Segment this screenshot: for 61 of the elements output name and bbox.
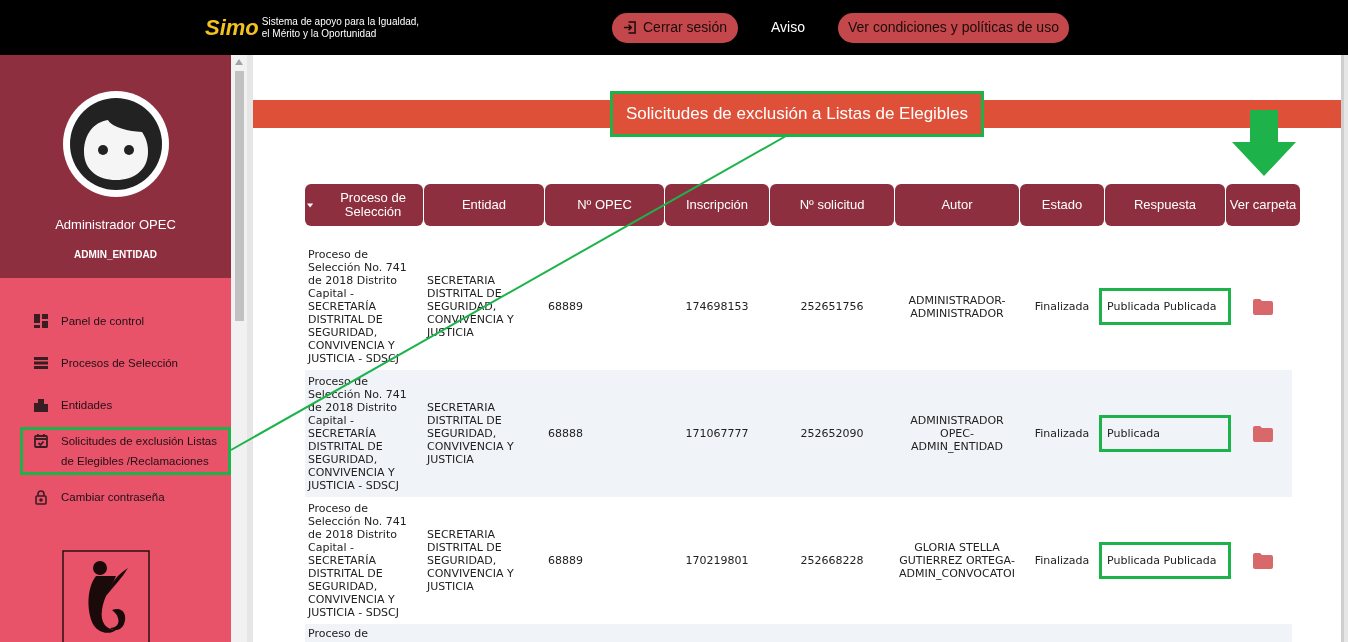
table-cell: Finalizada — [1034, 427, 1090, 440]
response-text: Publicada Publicada — [1099, 542, 1231, 579]
user-name: Administrador OPEC — [55, 216, 176, 234]
scrollbar-thumb[interactable] — [234, 71, 244, 321]
down-arrow-icon — [1232, 110, 1296, 176]
table-cell-text: GLORIA STELLA GUTIERREZ ORTEGA-ADMIN_CONVOCATOI — [898, 541, 1016, 580]
sidebar-item[interactable]: Procesos de Selección — [20, 352, 231, 374]
table-cell-text: SECRETARIA DISTRITAL DE SEGURIDAD, CONVIVENCIA Y JUSTICIA — [427, 528, 515, 593]
scroll-up-icon[interactable] — [235, 59, 243, 65]
terms-button[interactable]: Ver condiciones y políticas de uso — [838, 12, 1069, 43]
tagline-text: el Mérito y la Oportunidad — [261, 27, 378, 40]
folder-icon[interactable] — [1253, 298, 1273, 315]
table-cell: 68889 — [548, 300, 583, 313]
table-cell: 171067777 — [685, 427, 749, 440]
sort-caret-icon[interactable] — [307, 202, 314, 208]
table-cell-text: ADMINISTRADOR-ADMINISTRADOR — [907, 293, 1007, 320]
table-cell: 252651756 — [800, 300, 864, 313]
notice-link[interactable]: Aviso — [771, 17, 805, 38]
table-cell-text: Proceso de Selección No. 741 de 2018 Distrito Capital - SECRETARÍA DISTRITAL DE SEGURIDAD, CONVIVENCIA Y JUSTICIA - SDSCJ — [308, 502, 408, 619]
column-header[interactable]: Respuesta — [1105, 184, 1225, 226]
folder-icon[interactable] — [1253, 425, 1273, 442]
table-cell: 252668228 — [800, 554, 864, 567]
table-cell: 68888 — [548, 427, 583, 440]
table-cell: 170219801 — [685, 554, 749, 567]
folder-icon[interactable] — [1253, 552, 1273, 569]
sidebar-item[interactable]: Panel de control — [20, 310, 231, 332]
calendar-check-icon — [33, 433, 49, 449]
sidebar-item[interactable]: Cambiar contraseña — [20, 486, 231, 508]
column-header[interactable]: Estado — [1020, 184, 1104, 226]
table-cell: Finalizada — [1034, 300, 1090, 313]
response-text: Publicada Publicada — [1099, 288, 1231, 325]
column-header[interactable]: Entidad — [424, 184, 544, 226]
building-icon — [33, 397, 49, 413]
lock-icon — [33, 489, 49, 505]
table-cell: 174698153 — [685, 300, 749, 313]
table-cell-text: ADMINISTRADOR OPEC-ADMIN_ENTIDAD — [909, 414, 1005, 453]
table-cell: Finalizada — [1034, 554, 1090, 567]
column-header[interactable]: Autor — [895, 184, 1019, 226]
column-header[interactable]: Proceso de Selección — [305, 184, 423, 226]
page-title: Solicitudes de exclusión a Listas de Elegibles — [609, 91, 985, 137]
table-cell-text: SECRETARIA DISTRITAL DE SEGURIDAD, CONVIVENCIA Y JUSTICIA — [427, 401, 515, 466]
table-cell: Proceso de — [308, 627, 368, 640]
response-text: Publicada — [1099, 415, 1231, 452]
column-header[interactable]: Nº solicitud — [770, 184, 894, 226]
list-icon — [33, 355, 49, 371]
column-header[interactable]: Ver carpeta — [1226, 184, 1300, 226]
avatar-icon — [61, 90, 170, 198]
tagline-text: Sistema de apoyo para la Igualdad, — [261, 15, 420, 28]
column-header-text: Proceso de Selección — [339, 191, 407, 219]
scrollbar[interactable] — [231, 55, 247, 642]
user-role: ADMIN_ENTIDAD — [74, 247, 157, 262]
logout-button[interactable]: Cerrar sesión — [612, 12, 739, 43]
logo-text: Simo — [205, 16, 259, 39]
sidebar-item[interactable]: Solicitudes de exclusión Listas de Elegibles /Reclamaciones — [20, 427, 231, 475]
dashboard-icon — [33, 313, 49, 329]
sidebar-item[interactable]: Entidades — [20, 394, 231, 416]
column-header[interactable]: Nº OPEC — [545, 184, 664, 226]
table-cell: 68889 — [548, 554, 583, 567]
column-header[interactable]: Inscripción — [665, 184, 769, 226]
table-cell: 252652090 — [800, 427, 864, 440]
logout-icon — [623, 21, 636, 34]
